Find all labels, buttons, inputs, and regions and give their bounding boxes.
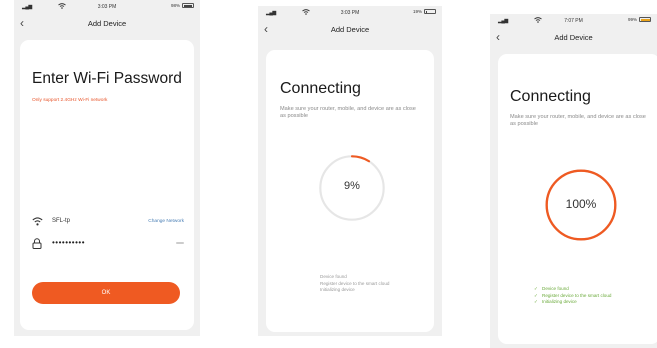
battery-icon — [639, 17, 651, 22]
battery-level: 98% — [170, 3, 180, 8]
wifi-network-row: SFL-tp Change Network — [32, 214, 184, 228]
phone-screen-connecting-progress: ▂▄▆ 3:03 PM 19% ‹ Add Device Connecting … — [258, 6, 442, 336]
ok-button[interactable]: OK — [32, 282, 180, 304]
header-title: Add Device — [330, 25, 370, 34]
battery-level: 19% — [412, 9, 422, 14]
page-title: Connecting — [280, 80, 361, 97]
step-initializing: Initializing device — [320, 287, 355, 292]
lock-icon — [32, 237, 46, 249]
battery-level: 99% — [627, 17, 637, 22]
content-card: Enter Wi-Fi Password Only support 2.4GHz… — [20, 40, 194, 330]
change-network-link[interactable]: Change Network — [148, 219, 184, 224]
show-password-toggle[interactable] — [176, 242, 184, 244]
battery-indicator: 19% — [413, 9, 436, 14]
progress-ring: 9% — [316, 152, 388, 224]
battery-icon — [182, 3, 194, 8]
proximity-hint: Make sure your router, mobile, and devic… — [280, 106, 416, 119]
battery-indicator: 99% — [628, 17, 651, 22]
password-row[interactable]: •••••••••• — [32, 236, 184, 250]
page-title: Connecting — [510, 88, 591, 105]
page-title: Enter Wi-Fi Password — [32, 70, 182, 87]
password-input[interactable]: •••••••••• — [52, 239, 85, 247]
status-bar: ▂▄▆ 3:03 PM 19% — [258, 6, 442, 20]
nav-header: ‹ Add Device — [258, 20, 442, 40]
progress-ring: 100% — [542, 166, 620, 244]
content-card: Connecting Make sure your router, mobile… — [498, 54, 657, 344]
battery-icon — [424, 9, 436, 14]
network-warning: Only support 2.4GHz Wi-Fi network — [32, 98, 108, 103]
progress-steps: Device found Register device to the smar… — [312, 274, 389, 294]
status-bar: ▂▄▆ 7:07 PM 99% — [490, 14, 657, 28]
proximity-hint: Make sure your router, mobile, and devic… — [510, 114, 646, 127]
content-card: Connecting Make sure your router, mobile… — [266, 50, 434, 332]
nav-header: ‹ Add Device — [14, 14, 200, 34]
progress-percent: 100% — [565, 197, 597, 211]
progress-steps: ✓ Device found ✓ Register device to the sm… — [534, 286, 611, 306]
wifi-icon — [32, 215, 46, 227]
progress-percent: 9% — [344, 180, 360, 192]
step-initializing: ✓ Initializing device — [534, 299, 577, 304]
nav-header: ‹ Add Device — [490, 28, 657, 48]
status-bar: ▂▄▆ 3:03 PM 98% — [14, 0, 200, 14]
header-title: Add Device — [87, 19, 127, 28]
header-title: Add Device — [554, 33, 593, 42]
battery-indicator: 98% — [171, 3, 194, 8]
phone-screen-connecting-complete: ▂▄▆ 7:07 PM 99% ‹ Add Device Connecting … — [490, 14, 657, 348]
phone-screen-wifi-password: ▂▄▆ 3:03 PM 98% ‹ Add Device Enter Wi-Fi… — [14, 0, 200, 336]
wifi-ssid: SFL-tp — [52, 218, 71, 224]
